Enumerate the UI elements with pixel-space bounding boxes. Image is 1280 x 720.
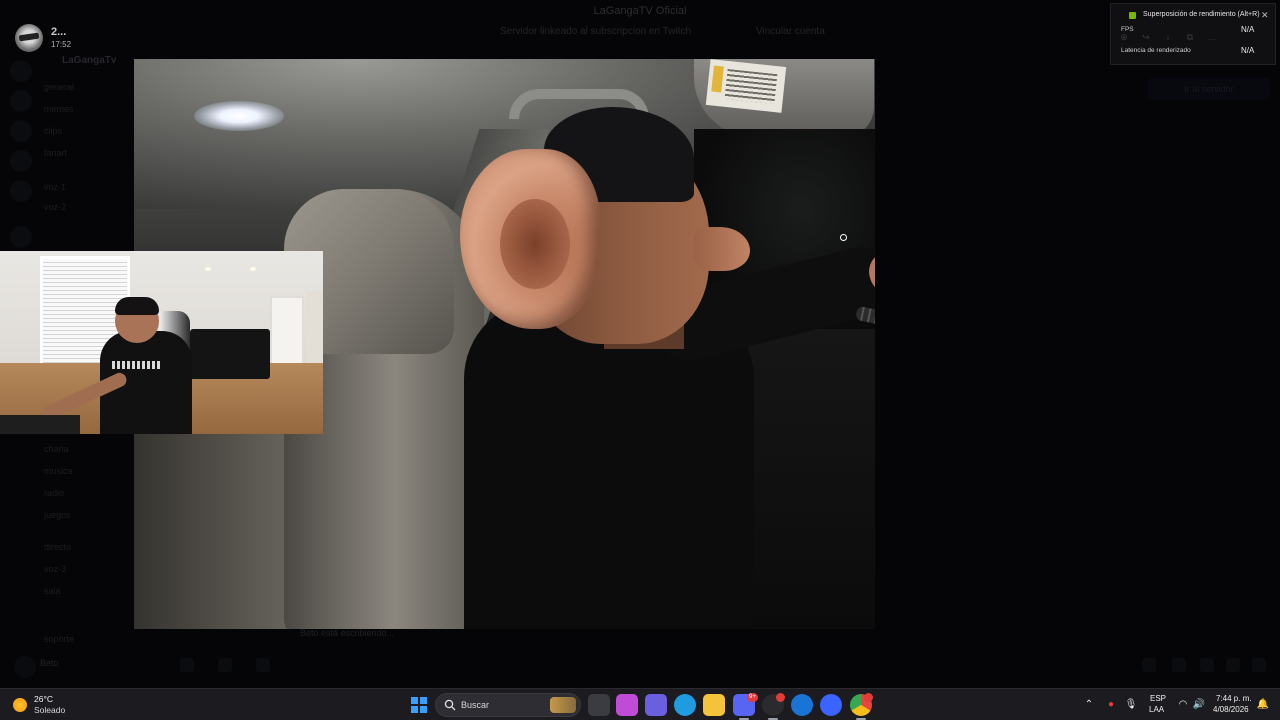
fps-value: N/A xyxy=(1241,25,1255,34)
notification-badge xyxy=(776,693,785,702)
wifi-icon[interactable]: ◠ xyxy=(1176,698,1190,712)
language-top[interactable]: ESP xyxy=(1150,694,1166,703)
share-icon[interactable]: ↪ xyxy=(1139,30,1153,44)
clock-date[interactable]: 4/08/2026 xyxy=(1213,705,1249,714)
clock-time[interactable]: 7:44 p. m. xyxy=(1216,694,1252,703)
user-panel: Beto xyxy=(0,650,1280,684)
copilot-icon[interactable] xyxy=(616,694,638,716)
notification-badge: 9+ xyxy=(747,693,758,702)
overlay-title: Superposición de rendimiento (Alt+R) xyxy=(1143,11,1260,18)
headphones-icon[interactable] xyxy=(218,658,232,672)
sun-icon[interactable] xyxy=(13,698,27,712)
channel-item[interactable]: clips xyxy=(44,124,134,138)
webcam-scene-doorway xyxy=(306,291,323,371)
channel-item[interactable]: radio xyxy=(44,486,134,500)
taskbar: 26°C Soleado Buscar 9+ ⌃ ● 🎙 ESP LAA ◠ 🔊… xyxy=(0,688,1280,720)
search-icon xyxy=(444,699,456,711)
settings-icon[interactable] xyxy=(1226,658,1240,672)
avatar[interactable] xyxy=(14,656,36,678)
webcam-scene-door xyxy=(270,296,304,366)
add-server-icon[interactable] xyxy=(10,226,32,248)
mouse-cursor-icon xyxy=(840,234,847,241)
start-button[interactable] xyxy=(411,697,427,713)
webcam-scene-light xyxy=(205,267,211,271)
weather-condition[interactable]: Soleado xyxy=(34,705,65,715)
channel-item[interactable]: sala xyxy=(44,584,134,598)
edge-icon[interactable] xyxy=(674,694,696,716)
avatar[interactable] xyxy=(15,24,43,52)
close-icon[interactable]: ✕ xyxy=(1261,10,1269,21)
volume-icon[interactable] xyxy=(1200,658,1214,672)
typing-indicator: Beto está escribiendo... xyxy=(300,628,395,638)
channel-item[interactable]: voz-1 xyxy=(44,180,134,194)
channel-item[interactable]: fanart xyxy=(44,146,134,160)
chevron-up-icon[interactable]: ⌃ xyxy=(1082,698,1096,712)
mic-icon[interactable]: 🎙 xyxy=(1124,698,1138,712)
channel-item[interactable]: musica xyxy=(44,464,134,478)
weather-temp[interactable]: 26°C xyxy=(34,694,53,704)
video-scene-driver-ear-inner xyxy=(500,199,570,289)
channel-item[interactable]: memes xyxy=(44,102,134,116)
video-scene-driver-nose xyxy=(694,227,750,271)
channel-item[interactable]: juegos xyxy=(44,508,134,522)
channel-item[interactable]: voz-3 xyxy=(44,562,134,576)
channel-item[interactable]: charla xyxy=(44,442,134,456)
channel-item[interactable]: soporte xyxy=(44,632,134,646)
notice-banner: Servidor linkeado al subscripcion en Twi… xyxy=(300,26,1000,42)
teams-icon[interactable] xyxy=(645,694,667,716)
webcam-scene-desk xyxy=(0,415,80,434)
notice-text: Servidor linkeado al subscripcion en Twi… xyxy=(500,26,692,37)
server-icon[interactable] xyxy=(10,180,32,202)
stream-time: 17:52 xyxy=(51,40,72,49)
webcam-scene-shirt-print xyxy=(112,361,160,369)
server-icon[interactable] xyxy=(10,120,32,142)
search-highlight-icon xyxy=(550,697,576,713)
folder-icon[interactable] xyxy=(703,694,725,716)
popout-icon[interactable] xyxy=(1172,658,1186,672)
server-icon[interactable] xyxy=(10,60,32,82)
volume-icon[interactable]: 🔊 xyxy=(1192,698,1206,712)
channel-item[interactable]: general xyxy=(44,80,134,94)
app-tray-icon[interactable]: ● xyxy=(1104,698,1118,712)
popout-icon[interactable]: ⧉ xyxy=(1183,30,1197,44)
download-icon[interactable]: ↓ xyxy=(1161,30,1175,44)
gear-icon[interactable] xyxy=(256,658,270,672)
language-bottom[interactable]: LAA xyxy=(1149,705,1164,714)
notification-bell-icon[interactable]: 🔔 xyxy=(1256,698,1270,712)
render-latency-value: N/A xyxy=(1241,46,1255,55)
performance-overlay[interactable]: Superposición de rendimiento (Alt+R) ✕ ⊕… xyxy=(1110,3,1276,65)
more-icon[interactable]: … xyxy=(1205,30,1219,44)
fullscreen-icon[interactable] xyxy=(1252,658,1266,672)
search-box[interactable]: Buscar xyxy=(435,693,581,717)
webcam-scene-bed xyxy=(190,329,270,379)
file-explorer-taskview-icon[interactable] xyxy=(588,694,610,716)
video-scene-visor-label xyxy=(705,59,787,113)
webcam-scene-hair xyxy=(115,297,159,315)
server-icon[interactable] xyxy=(10,150,32,172)
search-placeholder: Buscar xyxy=(461,700,490,710)
video-scene-dome-light xyxy=(194,101,284,131)
webcam-overlay xyxy=(0,251,323,434)
webcam-scene-light xyxy=(250,267,256,271)
layout-icon[interactable] xyxy=(1142,658,1156,672)
join-server-button[interactable]: Ir al servidor xyxy=(1148,78,1270,100)
channel-item[interactable]: voz-2 xyxy=(44,200,134,214)
blue-app-icon[interactable] xyxy=(791,694,813,716)
window-title: LaGangaTV Oficial xyxy=(593,5,687,17)
render-latency-label: Latencia de renderizado xyxy=(1121,47,1191,54)
nvidia-icon xyxy=(1129,12,1136,19)
mic-icon[interactable] xyxy=(180,658,194,672)
fps-label: FPS xyxy=(1121,26,1134,33)
notification-badge xyxy=(864,693,873,702)
channel-item[interactable]: directo xyxy=(44,540,134,554)
notice-link[interactable]: Vincular cuenta xyxy=(756,26,825,37)
ea-app-icon[interactable] xyxy=(820,694,842,716)
bottom-user-name: Beto xyxy=(40,658,59,668)
server-icon[interactable] xyxy=(10,90,32,112)
streamer-name: 2... xyxy=(51,26,67,38)
